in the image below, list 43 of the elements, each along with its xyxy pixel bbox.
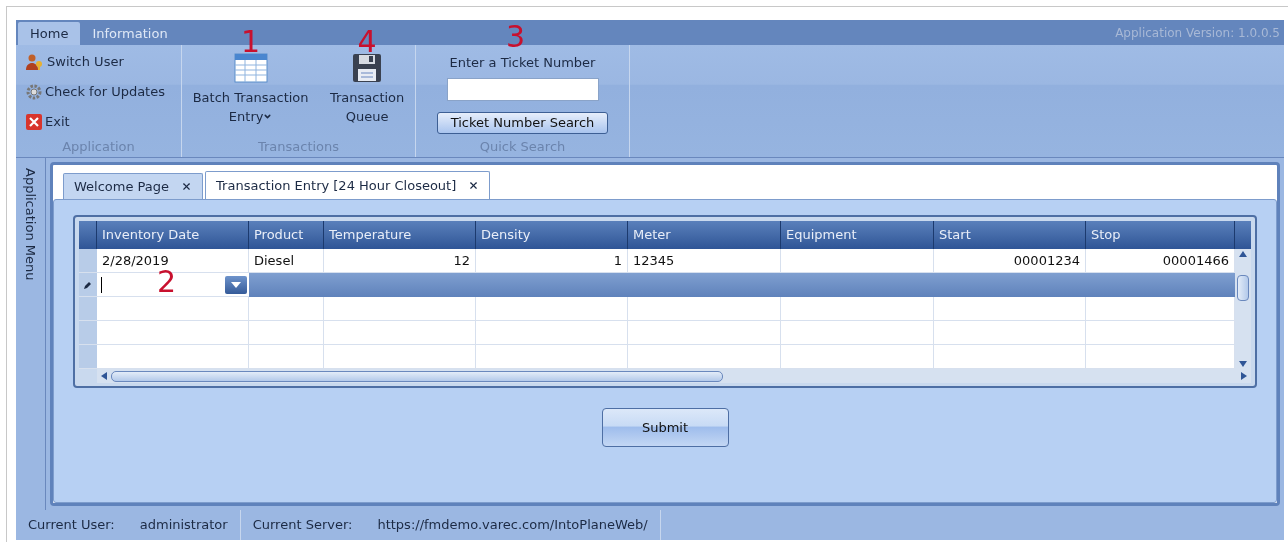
document-tab[interactable]: Welcome Page [63,173,204,199]
table-cell: 12 [324,249,476,273]
version-label: Application Version: 1.0.0.5 [1115,24,1281,42]
scrollbar-thumb[interactable] [111,370,723,382]
application-menu-tab[interactable]: Application Menu [20,168,41,281]
close-icon [26,114,42,130]
ribbon-tab[interactable]: Home [18,22,81,45]
pencil-icon [84,280,92,289]
callout-number: 3 [506,22,526,52]
status-label: Current User: [28,516,115,535]
horizontal-scrollbar[interactable] [97,369,1251,383]
caret-icon [231,281,241,288]
ribbon-menu-item[interactable]: Switch User [26,51,124,73]
close-icon[interactable] [181,181,193,192]
table-icon [233,53,268,83]
scroll-up-icon[interactable] [1239,251,1247,257]
scroll-left-icon[interactable] [101,372,107,380]
status-value: administrator [139,516,228,535]
ribbon-menu-item[interactable]: Exit [26,111,70,133]
ticket-number-search-button[interactable]: Ticket Number Search [436,111,609,134]
close-icon[interactable] [468,180,480,191]
user-key-icon [26,54,44,70]
table-cell: 1 [476,249,628,273]
ribbon-menu-item[interactable]: Check for Updates [26,81,165,103]
scroll-down-icon[interactable] [1239,361,1247,367]
dropdown-button[interactable] [225,275,247,294]
gear-icon [26,84,42,100]
table-cell: 00001466 [1086,249,1235,273]
submit-button[interactable]: Submit [601,408,729,447]
table-cell: 00001234 [934,249,1086,273]
vertical-scrollbar[interactable] [1235,249,1251,369]
scrollbar-thumb[interactable] [1237,275,1249,301]
document-tab[interactable]: Transaction Entry [24 Hour Closeout] [205,171,491,199]
callout-number: 4 [357,27,377,57]
scroll-right-icon[interactable] [1241,372,1247,380]
row-header[interactable] [79,273,97,297]
ticket-number-field[interactable] [446,77,599,101]
status-label: Current Server: [252,516,353,535]
table-cell: Diesel [249,249,324,273]
ticket-number-label: Enter a Ticket Number [449,54,596,72]
status-value: https://fmdemo.varec.com/IntoPlaneWeb/ [377,516,648,535]
table-cell: 12345 [628,249,781,273]
callout-number: 1 [241,27,261,57]
